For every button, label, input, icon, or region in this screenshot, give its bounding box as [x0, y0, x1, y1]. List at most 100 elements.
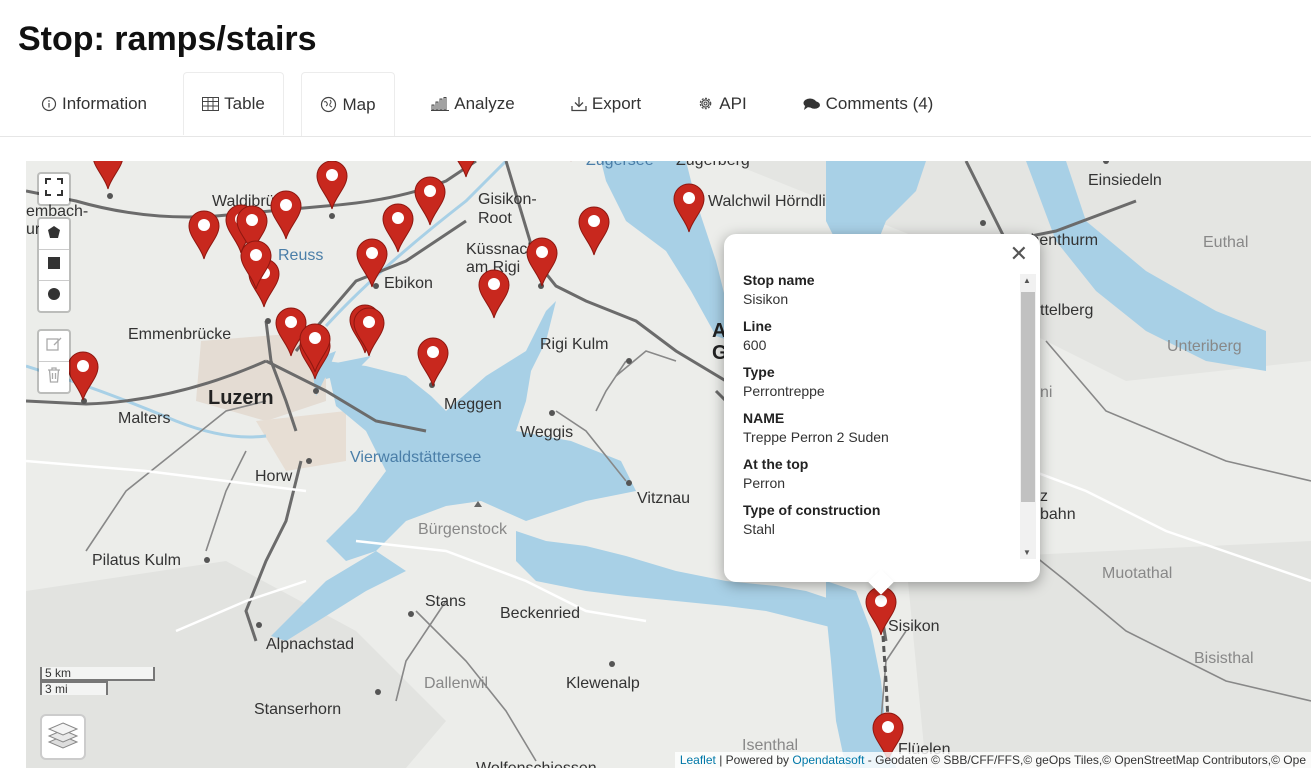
scroll-down-icon[interactable]: ▼	[1023, 548, 1031, 557]
page-title: Stop: ramps/stairs	[18, 20, 317, 58]
map[interactable]: Waldibrücke Gisikon- Root Zugerberg Eins…	[26, 161, 1311, 768]
map-label: Vierwaldstättersee	[350, 449, 481, 466]
map-label: Sisikon	[888, 618, 940, 635]
map-label: Unteriberg	[1167, 338, 1242, 355]
info-circle-icon	[41, 96, 57, 112]
fullscreen-icon	[45, 177, 63, 201]
scroll-up-icon[interactable]: ▲	[1023, 276, 1031, 285]
tab-label: API	[719, 93, 747, 113]
edit-icon	[46, 336, 62, 357]
map-label: Rigi Kulm	[540, 336, 608, 353]
tab-label: Map	[342, 94, 376, 114]
popup-content: Stop name Sisikon Line 600 Type Perrontr…	[743, 272, 1013, 548]
map-label: Beckenried	[500, 605, 580, 622]
draw-toolbar	[37, 217, 71, 313]
tab-analyze[interactable]: Analyze	[416, 72, 530, 135]
map-label: Malters	[118, 410, 170, 427]
map-label: Reuss	[278, 247, 323, 264]
map-tiles[interactable]: Waldibrücke Gisikon- Root Zugerberg Eins…	[26, 161, 1311, 768]
fullscreen-button[interactable]	[39, 174, 69, 204]
bar-chart-icon	[431, 96, 450, 111]
map-label: bahn	[1040, 506, 1076, 523]
map-label: Emmenbrücke	[128, 326, 231, 343]
draw-circle-button[interactable]	[39, 281, 69, 311]
map-label: z	[1040, 488, 1048, 505]
field-value: Perron	[743, 475, 786, 491]
map-label: Alpnachstad	[266, 636, 354, 653]
field-name: NAME	[743, 410, 785, 426]
edit-toolbar	[37, 329, 71, 394]
map-label: Horw	[255, 468, 293, 485]
map-label: Bürgenstock	[418, 521, 508, 538]
comments-icon	[803, 97, 821, 111]
field-name: Type of construction	[743, 502, 881, 518]
scale-bar: 5 km 3 mi	[40, 667, 155, 695]
powered-by-text: Powered by	[725, 753, 790, 767]
field-value: 600	[743, 337, 767, 353]
map-label: Bisisthal	[1194, 650, 1254, 667]
field-value: Perrontreppe	[743, 383, 825, 399]
tab-label: Comments (4)	[825, 93, 934, 113]
edit-layers-button[interactable]	[39, 331, 69, 362]
tab-label: Information	[61, 93, 148, 113]
square-icon	[48, 256, 60, 274]
layers-icon	[47, 720, 79, 755]
marker-popup: ✕ Stop name Sisikon Line 600 Type Perron…	[724, 234, 1040, 595]
trash-icon	[47, 366, 61, 388]
circle-icon	[48, 287, 60, 305]
scale-mi: 3 mi	[40, 681, 108, 695]
attribution-text: - Geodaten © SBB/CFF/FFS,© geOps Tiles,©…	[867, 753, 1306, 767]
map-label: Ebikon	[384, 275, 433, 292]
tab-comments[interactable]: Comments (4)	[786, 72, 950, 135]
tab-api[interactable]: API	[682, 72, 762, 135]
draw-rectangle-button[interactable]	[39, 250, 69, 281]
popup-scrollbar[interactable]: ▲ ▼	[1020, 274, 1036, 559]
map-label: Meggen	[444, 396, 502, 413]
map-label: Wolfenschiessen	[476, 760, 597, 768]
leaflet-link[interactable]: Leaflet	[680, 753, 716, 767]
field-name: Line	[743, 318, 772, 334]
map-label: ttelberg	[1040, 302, 1093, 319]
map-label: Muotathal	[1102, 565, 1172, 582]
field-value: Stahl	[743, 521, 775, 537]
field-value: Sisikon	[743, 291, 789, 307]
layer-switcher-button[interactable]	[40, 714, 86, 760]
scale-km: 5 km	[40, 667, 155, 681]
field-name: Stop name	[743, 272, 815, 288]
map-label: Weggis	[520, 424, 573, 441]
tab-map[interactable]: Map	[301, 72, 395, 136]
gear-icon	[697, 95, 714, 112]
map-label: Klewenalp	[566, 675, 640, 692]
draw-polygon-button[interactable]	[39, 219, 69, 250]
map-label: Vitznau	[637, 490, 690, 507]
map-label: Euthal	[1203, 234, 1248, 251]
tab-label: Analyze	[454, 93, 515, 113]
polygon-icon	[47, 225, 61, 244]
tab-export[interactable]: Export	[553, 72, 659, 135]
map-label: Gisikon-	[478, 191, 537, 208]
map-label: Dallenwil	[424, 675, 488, 692]
opendatasoft-link[interactable]: Opendatasoft	[792, 753, 864, 767]
map-label: Stanserhorn	[254, 701, 341, 718]
field-name: Type	[743, 364, 775, 380]
map-label: Stans	[425, 593, 466, 610]
map-label: ni	[1040, 384, 1052, 401]
table-icon	[202, 97, 220, 111]
map-label: Luzern	[208, 387, 274, 409]
fullscreen-control	[37, 172, 71, 206]
tab-bar: Information Table Map Analyze Export API	[0, 72, 1311, 137]
close-icon[interactable]: ✕	[1010, 243, 1028, 265]
field-value: Treppe Perron 2 Suden	[743, 429, 889, 445]
scrollbar-thumb[interactable]	[1021, 292, 1035, 502]
tab-table[interactable]: Table	[183, 72, 284, 135]
download-icon	[571, 96, 587, 112]
map-label: Walchwil Hörndli	[708, 193, 826, 210]
map-label: Zugerberg	[676, 161, 750, 169]
tab-information[interactable]: Information	[24, 72, 164, 135]
map-label: Einsiedeln	[1088, 172, 1162, 189]
map-label: Pilatus Kulm	[92, 552, 181, 569]
tab-label: Export	[591, 93, 642, 113]
field-name: At the top	[743, 456, 809, 472]
delete-layers-button[interactable]	[39, 362, 69, 392]
map-label: Zugersee	[586, 161, 654, 169]
